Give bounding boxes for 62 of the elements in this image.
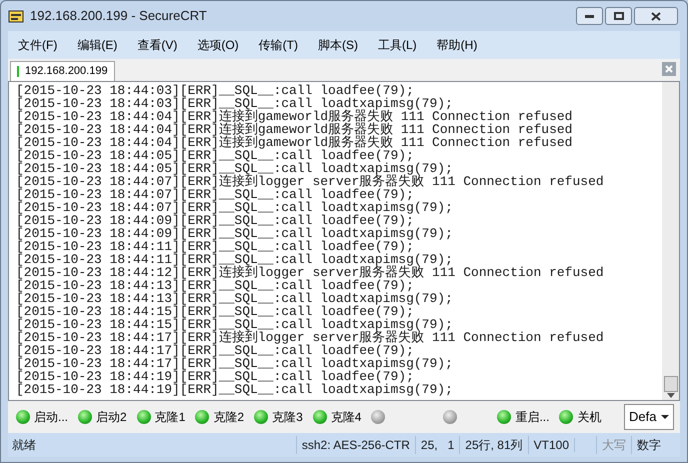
terminal-line: [2015-10-23 18:44:07][ERR]__SQL__:call loadfee(79); bbox=[16, 188, 414, 201]
terminal-line: [2015-10-23 18:44:04][ERR]连接到gameworld服务器失败 111 Connection refused bbox=[16, 110, 572, 123]
maximize-button[interactable] bbox=[605, 7, 632, 25]
terminal-line: [2015-10-23 18:44:17][ERR]__SQL__:call loadfee(79); bbox=[16, 344, 414, 357]
menu-item[interactable]: 工具(L) bbox=[378, 36, 417, 54]
menu-item[interactable]: 传输(T) bbox=[258, 36, 298, 54]
status-field: 数字 bbox=[631, 436, 666, 454]
terminal-line: [2015-10-23 18:44:11][ERR]__SQL__:call loadtxapimsg(79); bbox=[16, 253, 453, 266]
menu-item[interactable]: 编辑(E) bbox=[77, 36, 118, 54]
terminal-line: [2015-10-23 18:44:05][ERR]__SQL__:call loadfee(79); bbox=[16, 149, 414, 162]
menu-item[interactable]: 查看(V) bbox=[137, 36, 178, 54]
terminal-line: [2015-10-23 18:44:07][ERR]__SQL__:call loadtxapimsg(79); bbox=[16, 201, 453, 214]
terminal-line: [2015-10-23 18:44:19][ERR]__SQL__:call loadtxapimsg(79); bbox=[16, 383, 453, 396]
status-field: 就绪 bbox=[8, 436, 41, 454]
command-button[interactable]: 关机 bbox=[559, 408, 602, 426]
terminal-line: [2015-10-23 18:44:15][ERR]__SQL__:call loadfee(79); bbox=[16, 305, 414, 318]
terminal-app-icon bbox=[8, 8, 24, 24]
status-field: ssh2: AES-256-CTR bbox=[296, 436, 415, 454]
command-button[interactable]: 克隆4 bbox=[312, 408, 362, 426]
status-field: 25, 1 bbox=[414, 436, 460, 454]
terminal-line: [2015-10-23 18:44:12][ERR]连接到logger server服务器失败 111 Connection refused bbox=[16, 266, 604, 279]
scroll-thumb[interactable] bbox=[664, 376, 678, 392]
terminal-line: [2015-10-23 18:44:03][ERR]__SQL__:call loadtxapimsg(79); bbox=[16, 97, 453, 110]
command-button[interactable]: 克隆3 bbox=[254, 408, 303, 426]
menu-item[interactable]: 选项(O) bbox=[197, 36, 239, 54]
window-title: 192.168.200.199 - SecureCRT bbox=[30, 7, 208, 26]
command-button[interactable]: 启动... bbox=[16, 408, 68, 426]
terminal-line: [2015-10-23 18:44:11][ERR]__SQL__:call loadfee(79); bbox=[16, 240, 414, 253]
terminal-line: [2015-10-23 18:44:13][ERR]__SQL__:call loadfee(79); bbox=[16, 279, 414, 292]
terminal-line: [2015-10-23 18:44:15][ERR]__SQL__:call loadtxapimsg(79); bbox=[16, 318, 453, 331]
terminal-line: [2015-10-23 18:44:17][ERR]__SQL__:call loadtxapimsg(79); bbox=[16, 357, 453, 370]
menu-item[interactable]: 文件(F) bbox=[18, 36, 58, 54]
close-icon bbox=[665, 65, 673, 73]
terminal-line: [2015-10-23 18:44:13][ERR]__SQL__:call loadtxapimsg(79); bbox=[16, 292, 453, 305]
terminal-line: [2015-10-23 18:44:09][ERR]__SQL__:call loadtxapimsg(79); bbox=[16, 227, 453, 240]
terminal-line: [2015-10-23 18:44:17][ERR]连接到logger server服务器失败 111 Connection refused bbox=[16, 331, 604, 344]
terminal-line: [2015-10-23 18:44:05][ERR]__SQL__:call loadtxapimsg(79); bbox=[16, 162, 453, 175]
command-button[interactable]: 重启... bbox=[497, 408, 550, 426]
maximize-icon bbox=[614, 12, 624, 20]
command-button[interactable]: 启动2 bbox=[78, 408, 127, 426]
caret-icon bbox=[661, 415, 669, 419]
minimize-button[interactable] bbox=[576, 7, 603, 25]
command-button[interactable]: 克隆2 bbox=[195, 408, 244, 426]
session-dropdown[interactable]: Defa bbox=[624, 404, 674, 430]
scrollbar[interactable] bbox=[662, 82, 679, 400]
close-icon bbox=[651, 12, 661, 20]
menu-item[interactable]: 脚本(S) bbox=[318, 36, 358, 54]
terminal-line: [2015-10-23 18:44:09][ERR]__SQL__:call loadfee(79); bbox=[16, 214, 414, 227]
session-tab[interactable]: 192.168.200.199 bbox=[10, 61, 115, 81]
close-tab-button[interactable] bbox=[662, 62, 676, 76]
terminal-line: [2015-10-23 18:44:07][ERR]连接到logger server服务器失败 111 Connection refused bbox=[16, 175, 604, 188]
menu-item[interactable]: 帮助(H) bbox=[436, 36, 478, 54]
status-field: 25行, 81列 bbox=[459, 436, 528, 454]
command-button[interactable]: 克隆1 bbox=[136, 408, 186, 426]
terminal-line: [2015-10-23 18:44:19][ERR]__SQL__:call loadfee(79); bbox=[16, 370, 414, 383]
minimize-icon bbox=[585, 14, 594, 18]
terminal-line: [2015-10-23 18:44:03][ERR]__SQL__:call loadfee(79); bbox=[16, 84, 414, 97]
status-field: 大写 bbox=[596, 436, 631, 454]
terminal-line: [2015-10-23 18:44:04][ERR]连接到gameworld服务器失败 111 Connection refused bbox=[16, 136, 572, 149]
status-field: VT100 bbox=[528, 436, 574, 454]
close-button[interactable] bbox=[634, 7, 678, 25]
terminal-line: [2015-10-23 18:44:04][ERR]连接到gameworld服务器失败 111 Connection refused bbox=[16, 123, 572, 136]
